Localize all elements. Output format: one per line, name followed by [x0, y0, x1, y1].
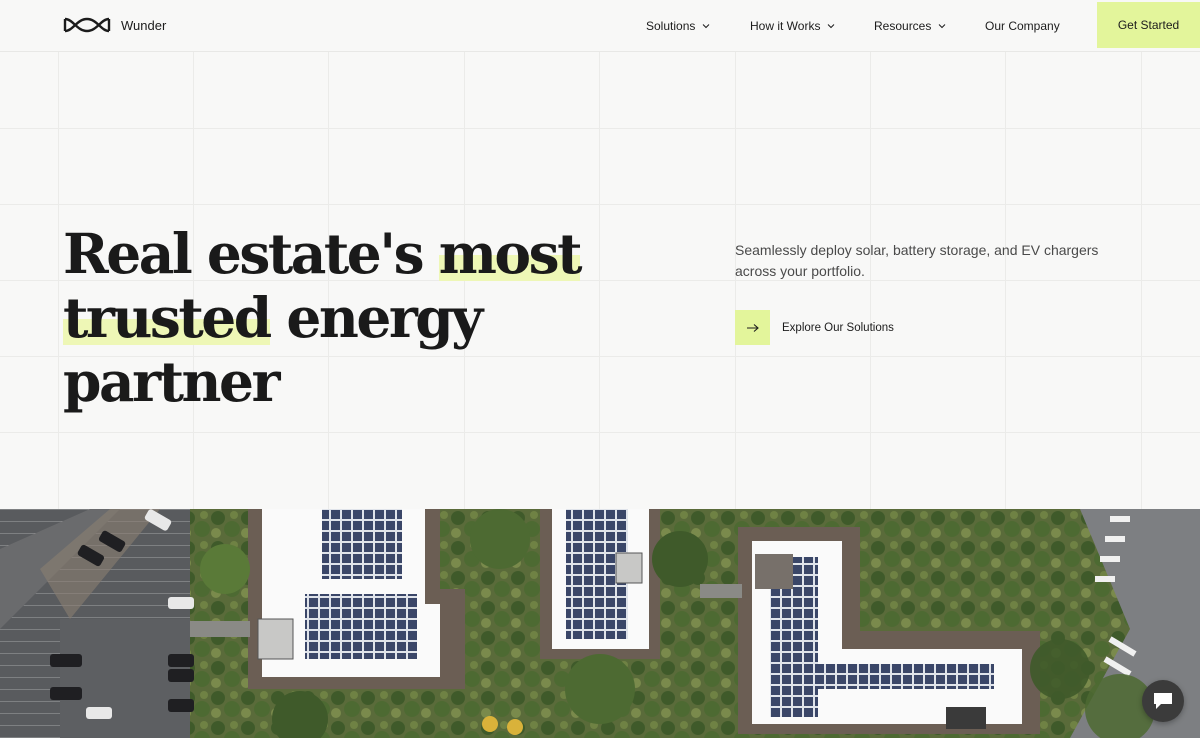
headline-text: Real estate's	[63, 221, 439, 286]
hero-headline: Real estate's most trusted energy partner	[63, 221, 623, 414]
arrow-right-icon	[746, 323, 759, 332]
brand-logo[interactable]: Wunder	[63, 16, 166, 34]
site-header: Wunder Solutions How it Works Resources …	[0, 0, 1200, 52]
chevron-down-icon	[939, 24, 946, 29]
chat-bubble-icon	[1154, 693, 1172, 709]
nav-label: How it Works	[750, 19, 821, 33]
page: Wunder Solutions How it Works Resources …	[0, 0, 1200, 738]
chevron-down-icon	[703, 24, 710, 29]
nav-label: Solutions	[646, 19, 696, 33]
chevron-down-icon	[828, 24, 835, 29]
hero-subtitle: Seamlessly deploy solar, battery storage…	[735, 242, 1099, 279]
explore-label: Explore Our Solutions	[782, 321, 894, 334]
infinity-wave-logo-icon	[63, 17, 111, 33]
headline-highlight: trusted	[63, 285, 272, 350]
aerial-solar-photo	[0, 509, 1200, 738]
explore-solutions-button[interactable]: Explore Our Solutions	[735, 310, 894, 345]
chat-launcher-button[interactable]	[1142, 680, 1184, 722]
nav-item-solutions[interactable]: Solutions	[646, 0, 711, 52]
headline-highlight: most	[438, 221, 582, 286]
nav-label: Our Company	[985, 19, 1060, 33]
nav-item-our-company[interactable]: Our Company	[985, 0, 1060, 52]
nav-item-resources[interactable]: Resources	[874, 0, 947, 52]
nav-item-how-it-works[interactable]: How it Works	[750, 0, 836, 52]
nav-label: Resources	[874, 19, 932, 33]
brand-name: Wunder	[121, 17, 167, 33]
get-started-button[interactable]: Get Started	[1097, 2, 1200, 48]
arrow-box[interactable]	[735, 310, 770, 345]
